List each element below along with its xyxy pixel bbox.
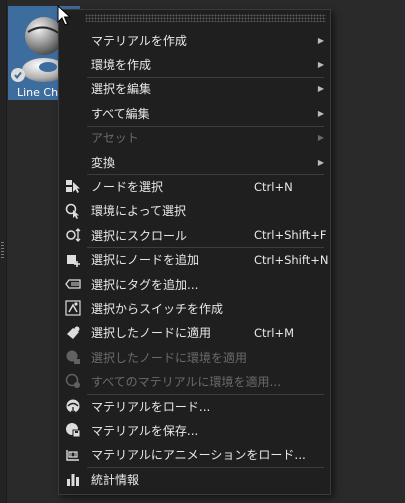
menu-item-label: 選択したノードに適用 [91,326,212,341]
menu-item-label: 選択にスクロール [91,228,188,243]
add-tag-icon [65,279,81,289]
load-animation-icon [66,449,79,461]
menu-item-label: アセット [91,131,139,146]
menu-item-label: 環境を作成 [91,58,152,73]
menu-item-edit-all[interactable]: すべて編集 ▶ [59,101,330,125]
menu-tearoff-handle[interactable] [85,14,326,22]
menu-item-edit-selection[interactable]: 選択を編集 ▶ [59,77,330,101]
menu-item-convert[interactable]: 変換 ▶ [59,150,330,174]
menu-item-scroll-to-selection[interactable]: 選択にスクロール Ctrl+Shift+F [59,223,330,247]
menu-item-statistics[interactable]: 統計情報 [59,467,330,491]
submenu-arrow-icon: ▶ [317,108,324,118]
submenu-arrow-icon: ▶ [317,60,324,70]
menu-item-label: 選択を編集 [91,82,152,97]
menu-item-label: 選択からスイッチを作成 [91,301,224,316]
menu-item-label: マテリアルを作成 [91,33,187,48]
menu-item-label: 環境によって選択 [91,204,187,219]
menu-item-label: マテリアルを保存... [91,423,199,438]
menu-separator [87,393,324,395]
menu-item-create-switch[interactable]: 選択からスイッチを作成 [59,296,330,320]
menu-items: マテリアルを作成 ▶ 環境を作成 ▶ 選択を編集 ▶ すべて編集 ▶ アセット … [59,28,330,491]
menu-item-add-tag[interactable]: 選択にタグを追加... [59,272,330,296]
resize-grip[interactable] [1,242,4,260]
menu-separator [87,247,324,248]
submenu-arrow-icon: ▶ [317,84,324,94]
submenu-arrow-icon: ▶ [317,157,324,167]
menu-item-label: 選択にタグを追加... [91,277,199,292]
statistics-icon [67,474,79,487]
menu-separator [87,125,324,127]
panel-left-edge [0,0,7,503]
menu-item-label: 統計情報 [91,472,140,487]
checkmark-icon [11,68,25,82]
menu-item-select-node[interactable]: ノードを選択 Ctrl+N [59,174,330,198]
create-switch-icon [65,300,81,316]
menu-item-add-node[interactable]: 選択にノードを追加 Ctrl+Shift+N [59,248,330,272]
menu-item-assets: アセット ▶ [59,126,330,150]
context-menu: マテリアルを作成 ▶ 環境を作成 ▶ 選択を編集 ▶ すべて編集 ▶ アセット … [58,9,331,495]
menu-item-create-material[interactable]: マテリアルを作成 ▶ [59,28,330,52]
select-node-icon [66,180,80,194]
menu-item-save-material[interactable]: マテリアルを保存... [59,418,330,442]
menu-item-label: 選択したノードに環境を適用 [91,350,248,365]
add-node-icon [67,254,80,267]
menu-item-shortcut: Ctrl+N [254,179,293,194]
menu-item-label: 変換 [91,155,116,170]
select-by-environment-icon [65,203,79,219]
load-material-icon [66,399,80,414]
apply-environment-all-icon [65,374,80,389]
menu-item-label: マテリアルをロード... [91,399,211,414]
menu-item-label: 選択にノードを追加 [91,253,200,268]
apply-to-nodes-icon [67,326,80,339]
menu-separator [87,76,324,78]
menu-item-load-animation[interactable]: マテリアルにアニメーションをロード... [59,443,330,467]
menu-item-shortcut: Ctrl+M [254,325,295,340]
menu-separator [87,174,324,175]
menu-item-apply-environment-all: すべてのマテリアルに環境を適用... [59,369,330,393]
scroll-to-selection-icon [66,228,81,243]
menu-item-create-environment[interactable]: 環境を作成 ▶ [59,52,330,76]
menu-item-label: マテリアルにアニメーションをロード... [91,448,306,463]
mouse-cursor-icon [57,5,71,26]
menu-item-load-material[interactable]: マテリアルをロード... [59,394,330,418]
menu-item-select-by-environment[interactable]: 環境によって選択 [59,199,330,223]
menu-item-shortcut: Ctrl+Shift+N [254,252,329,267]
menu-separator [87,467,324,468]
menu-item-label: ノードを選択 [91,180,164,195]
menu-item-label: すべてのマテリアルに環境を適用... [91,375,282,390]
submenu-arrow-icon: ▶ [317,133,324,143]
submenu-arrow-icon: ▶ [317,35,324,45]
save-material-icon [66,423,81,438]
menu-item-apply-environment: 選択したノードに環境を適用 [59,345,330,369]
apply-environment-icon [66,350,80,365]
menu-item-shortcut: Ctrl+Shift+F [254,228,327,243]
menu-item-label: すべて編集 [91,106,150,121]
menu-item-apply-to-nodes[interactable]: 選択したノードに適用 Ctrl+M [59,321,330,345]
